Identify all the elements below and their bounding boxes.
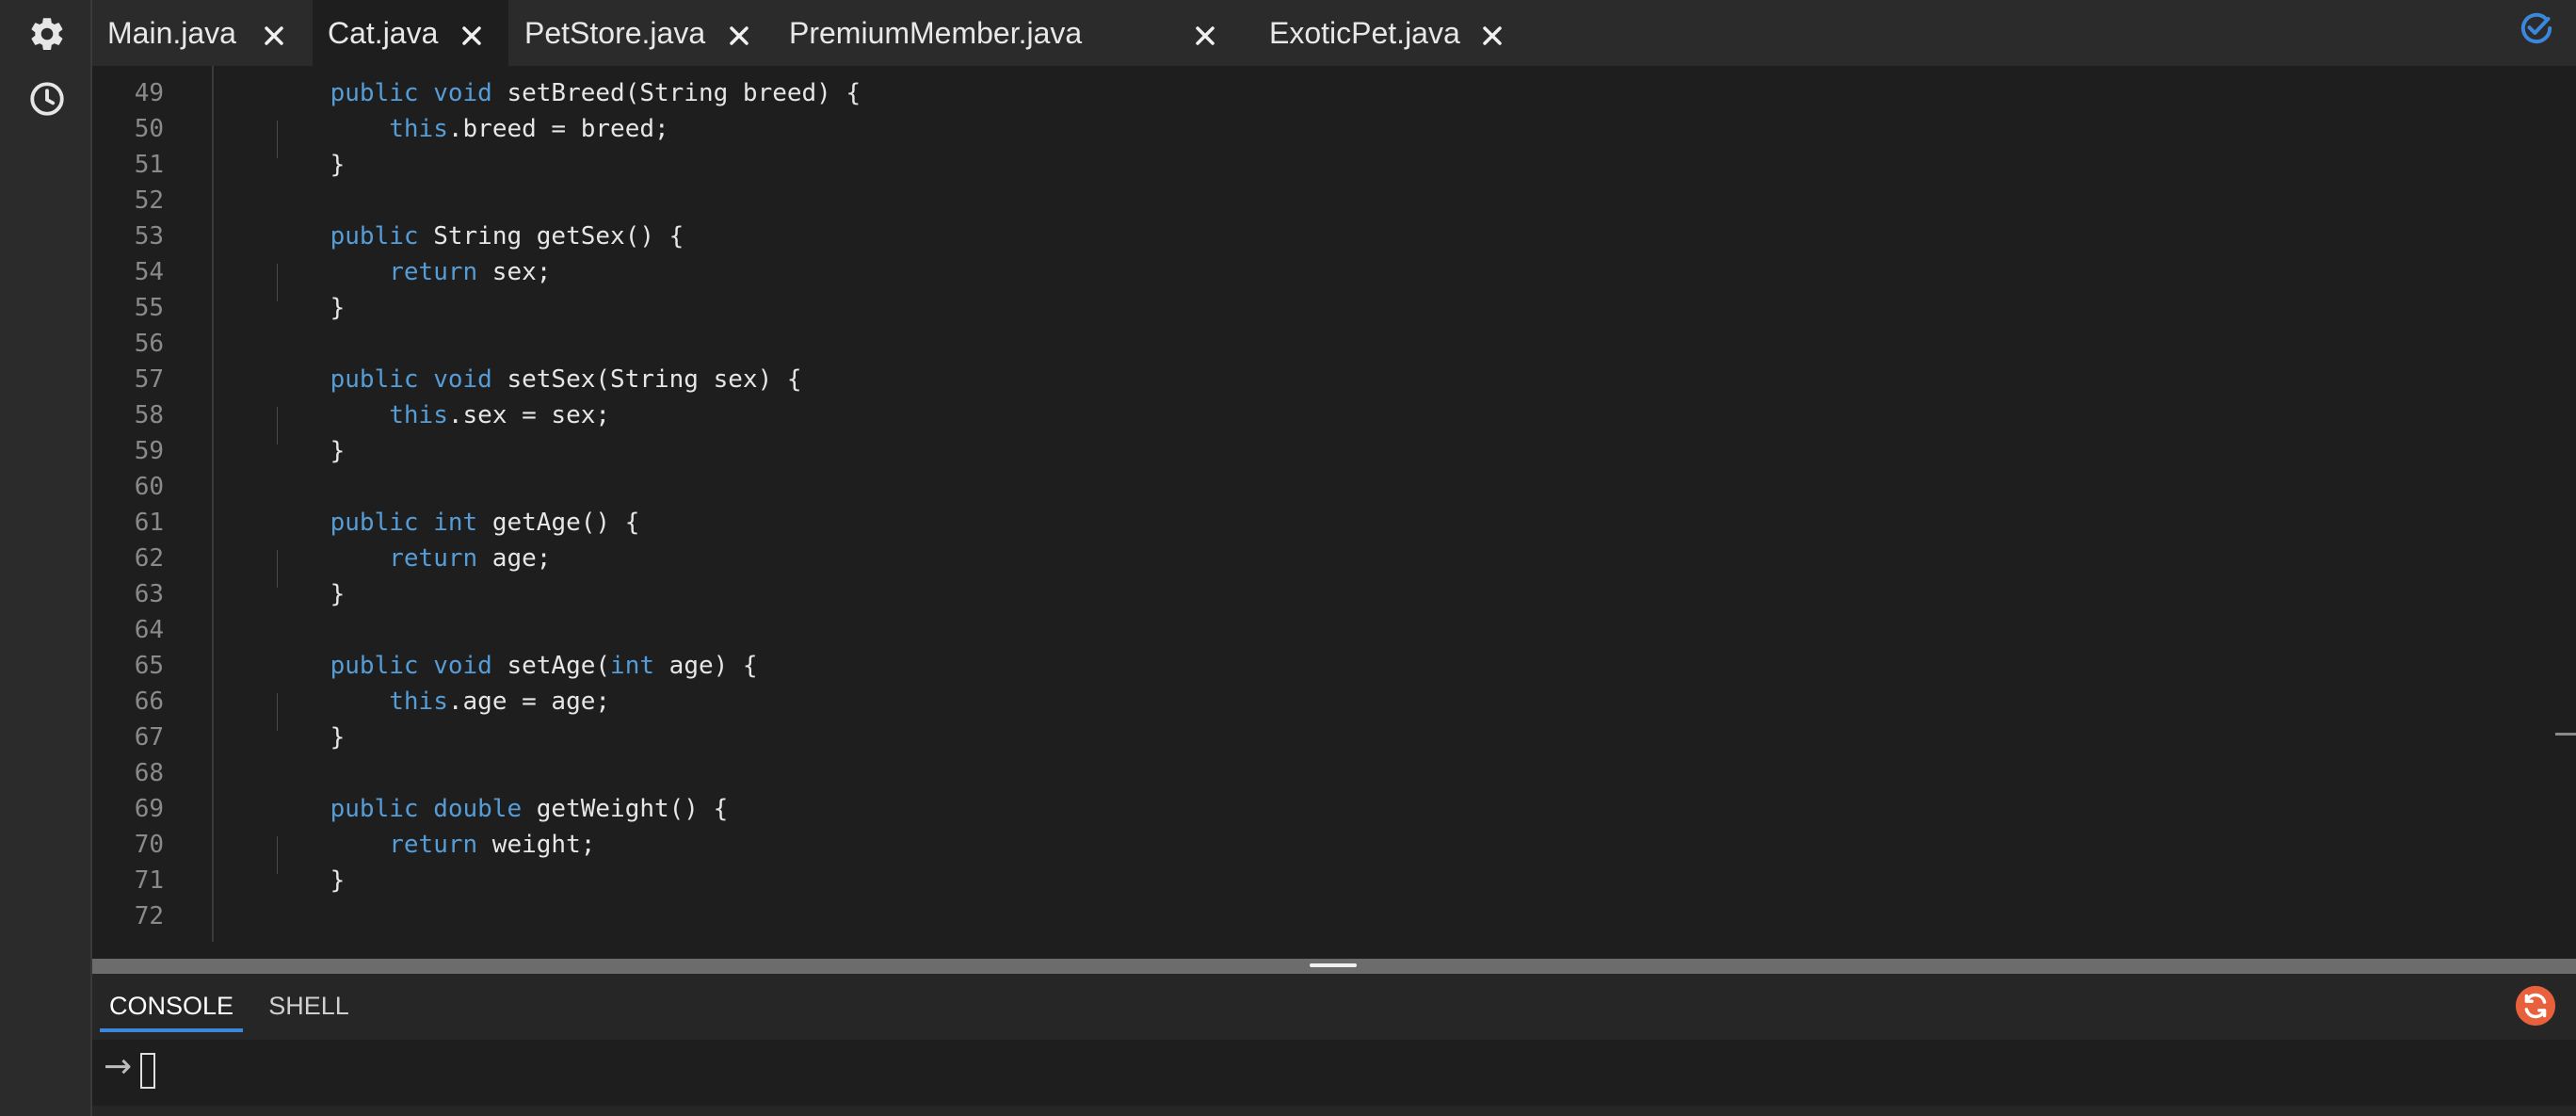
clock-icon[interactable] [27,79,67,119]
tab-label: ExoticPet.java [1269,15,1460,50]
line-number: 68 [134,759,164,787]
line-number: 58 [134,401,164,429]
line-number: 60 [134,473,164,501]
tab-console[interactable]: CONSOLE [100,974,243,1032]
tab-exoticpet-java[interactable]: ExoticPet.java [1237,0,1520,66]
tab-label: Main.java [107,15,236,50]
text-cursor [140,1053,155,1089]
line-number: 65 [134,652,164,680]
line-number: 67 [134,723,164,752]
line-code: return sex; [389,258,552,286]
tab-petstore-java[interactable]: PetStore.java [510,0,766,66]
line-code: } [330,294,346,322]
line-code: } [330,723,346,752]
line-code: } [330,866,346,895]
tab-cat-java[interactable]: Cat.java [313,0,508,66]
console-output[interactable]: → [92,1040,2576,1106]
line-number: 55 [134,294,164,322]
line-number: 66 [134,687,164,716]
line-number: 70 [134,831,164,859]
splitter-handle[interactable] [1310,963,1357,967]
line-number: 54 [134,258,164,286]
check-circle-icon[interactable] [2518,9,2555,47]
close-icon[interactable] [1193,21,1217,45]
line-number: 71 [134,866,164,895]
close-icon[interactable] [459,21,484,45]
line-number: 53 [134,222,164,251]
line-number: 72 [134,902,164,930]
line-code: public void setAge(int age) { [330,652,758,680]
tab-label: PremiumMember.java [789,15,1083,50]
close-icon[interactable] [262,21,286,45]
line-code: this.sex = sex; [389,401,611,429]
line-number: 57 [134,365,164,394]
line-code: return weight; [389,831,596,859]
close-icon[interactable] [1480,21,1505,45]
line-number: 59 [134,437,164,465]
gear-icon[interactable] [27,14,67,54]
line-code: this.breed = breed; [389,115,669,143]
line-number: 61 [134,509,164,537]
tab-label: Cat.java [328,15,439,50]
line-number: 64 [134,616,164,644]
panel-splitter[interactable] [92,959,2576,974]
line-number: 49 [134,79,164,107]
line-number: 62 [134,544,164,573]
line-code: return age; [389,544,552,573]
line-code: this.age = age; [389,687,611,716]
tab-shell[interactable]: SHELL [262,974,356,1032]
close-icon[interactable] [727,21,751,45]
line-code: } [330,580,346,608]
line-code: } [330,437,346,465]
line-code: public String getSex() { [330,222,684,251]
line-code: public void setBreed(String breed) { [330,79,861,107]
line-code: public double getWeight() { [330,795,729,823]
line-number: 56 [134,330,164,358]
tab-bar: Main.java Cat.java PetStore.java Premium… [92,0,2576,67]
refresh-icon[interactable] [2514,984,2557,1027]
gutter-divider [212,66,214,942]
activity-bar [0,0,92,1116]
bottom-panel: CONSOLE SHELL → [92,974,2576,1116]
line-code: public void setSex(String sex) { [330,365,802,394]
prompt-arrow: → [104,1047,133,1086]
line-code: public int getAge() { [330,509,640,537]
tab-main-java[interactable]: Main.java [92,0,311,66]
tab-premiummember-java[interactable]: PremiumMember.java [768,0,1235,66]
line-number: 69 [134,795,164,823]
line-number: 50 [134,115,164,143]
line-number: 51 [134,151,164,179]
tab-label: PetStore.java [524,15,706,50]
line-code: } [330,151,346,179]
line-number: 63 [134,580,164,608]
line-number: 52 [134,186,164,215]
code-editor[interactable]: 49 public void setBreed(String breed) { 5… [92,66,2576,961]
scrollbar-marker[interactable] [2555,733,2576,736]
